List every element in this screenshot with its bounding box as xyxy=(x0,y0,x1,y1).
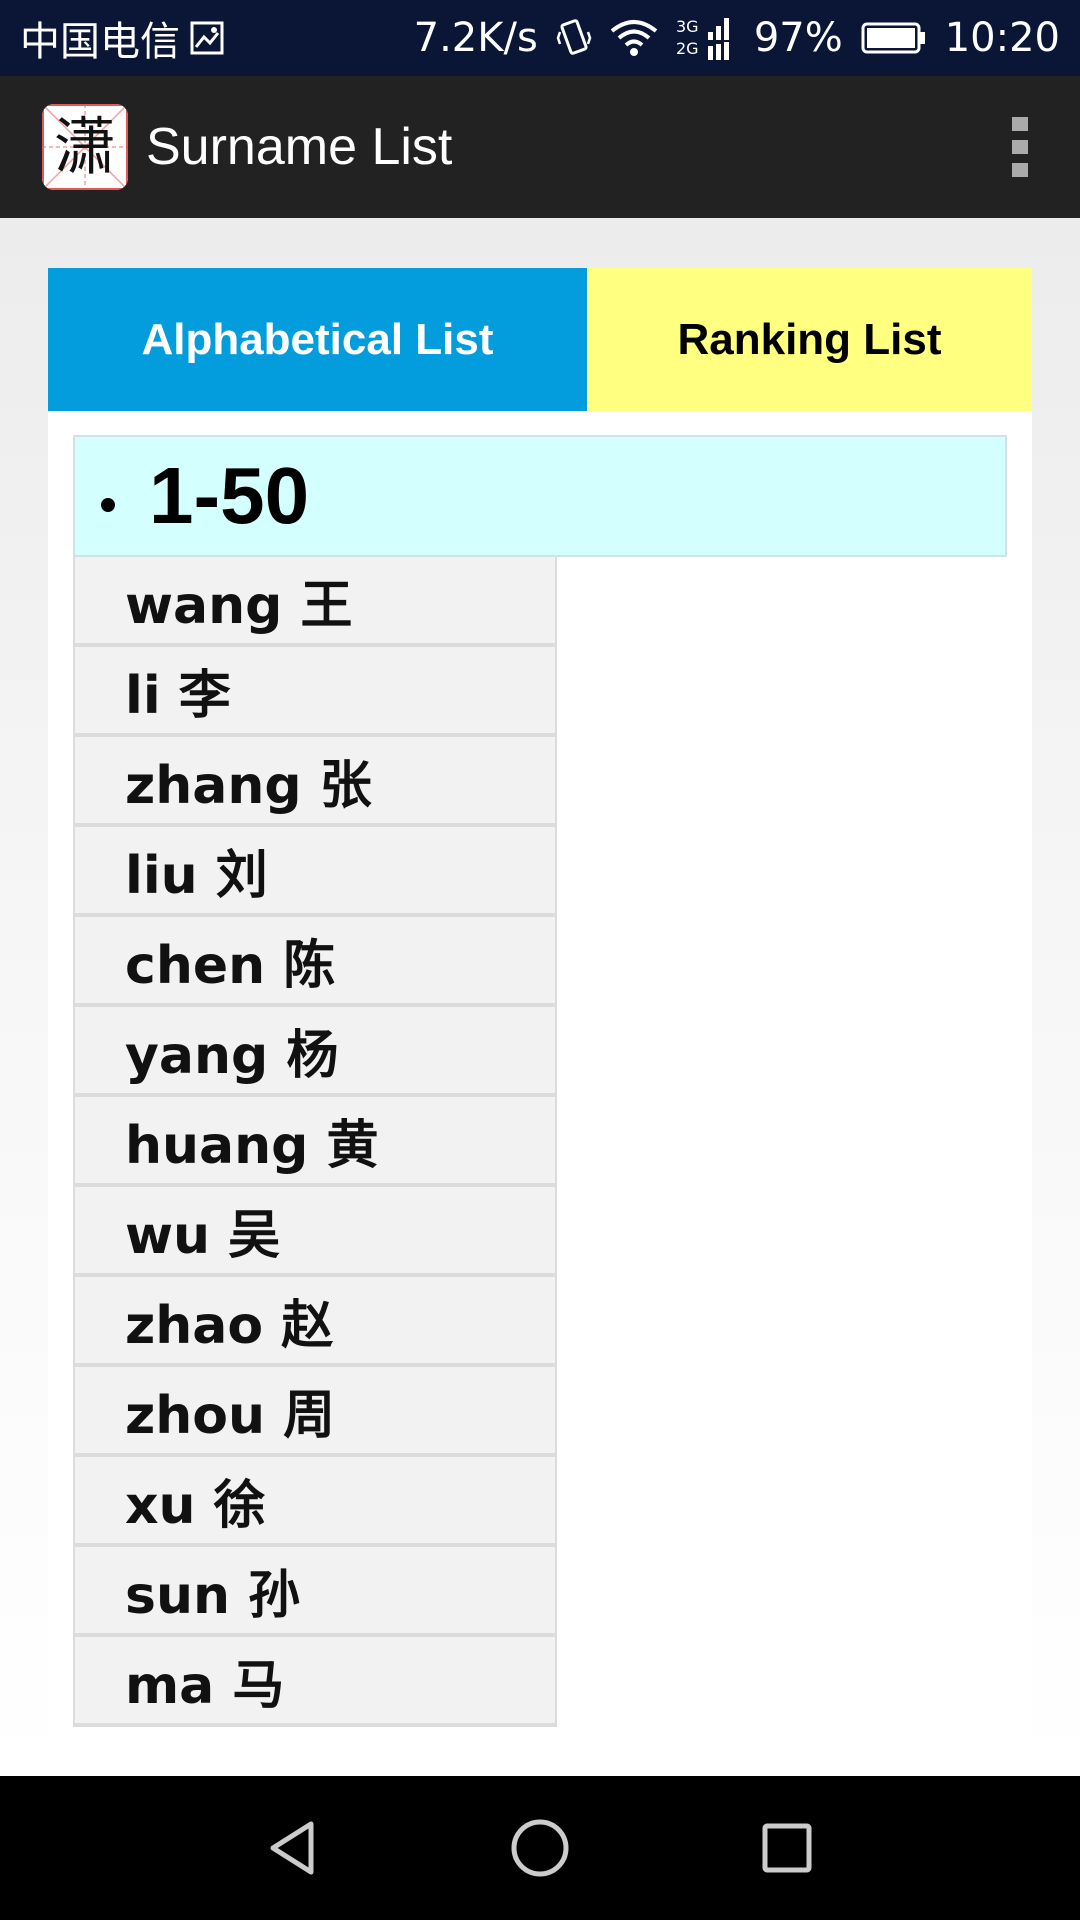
network-type-2g: 2G xyxy=(676,39,699,58)
list-item[interactable]: li 李 xyxy=(73,647,557,737)
app-logo: 潇 xyxy=(42,104,128,190)
network-type-3g: 3G xyxy=(676,17,699,36)
group-title: 1-50 xyxy=(149,451,310,540)
more-vertical-icon xyxy=(1012,117,1028,177)
battery-icon xyxy=(861,21,927,55)
content-area: Alphabetical List Ranking List 1-50 wang… xyxy=(0,218,1080,1776)
recents-button[interactable] xyxy=(737,1798,837,1898)
surname-list: wang 王 li 李 zhang 张 liu 刘 chen 陈 yang 杨 … xyxy=(73,557,557,1727)
list-item[interactable]: yang 杨 xyxy=(73,1007,557,1097)
list-item[interactable]: zhao 赵 xyxy=(73,1277,557,1367)
wifi-icon xyxy=(610,19,658,57)
list-item[interactable]: zhou 周 xyxy=(73,1367,557,1457)
navigation-bar xyxy=(0,1776,1080,1920)
app-bar: 潇 Surname List xyxy=(0,76,1080,218)
vibrate-icon xyxy=(556,18,592,58)
network-speed: 7.2K/s xyxy=(413,15,538,61)
overflow-menu-button[interactable] xyxy=(960,76,1080,218)
list-item[interactable]: chen 陈 xyxy=(73,917,557,1007)
bullet-icon xyxy=(101,498,115,512)
status-left: 中国电信 xyxy=(20,9,224,67)
group-header[interactable]: 1-50 xyxy=(73,435,1007,557)
list-tabs: Alphabetical List Ranking List xyxy=(48,268,1032,411)
list-item[interactable]: zhang 张 xyxy=(73,737,557,827)
image-notification-icon xyxy=(190,21,224,55)
list-item[interactable]: huang 黄 xyxy=(73,1097,557,1187)
list-item[interactable]: xu 徐 xyxy=(73,1457,557,1547)
list-item[interactable]: sun 孙 xyxy=(73,1547,557,1637)
tab-ranking-list[interactable]: Ranking List xyxy=(587,268,1032,411)
status-bar: 中国电信 7.2K/s 3G 2G 97% 10:20 xyxy=(0,0,1080,76)
clock-time: 10:20 xyxy=(944,15,1060,61)
list-item[interactable]: liu 刘 xyxy=(73,827,557,917)
logo-character: 潇 xyxy=(53,110,116,183)
list-item[interactable]: wu 吴 xyxy=(73,1187,557,1277)
list-item[interactable]: wang 王 xyxy=(73,557,557,647)
recents-square-icon xyxy=(762,1823,812,1873)
back-triangle-icon xyxy=(270,1821,314,1875)
list-panel: 1-50 wang 王 li 李 zhang 张 liu 刘 chen 陈 ya… xyxy=(48,411,1032,1776)
status-right: 7.2K/s 3G 2G 97% 10:20 xyxy=(414,14,1060,62)
home-circle-icon xyxy=(511,1819,569,1877)
back-button[interactable] xyxy=(243,1798,343,1898)
battery-percent: 97% xyxy=(753,15,843,61)
tab-alphabetical-list[interactable]: Alphabetical List xyxy=(48,268,587,411)
app-title: Surname List xyxy=(146,118,453,176)
signal-icon: 3G 2G xyxy=(676,14,736,62)
home-button[interactable] xyxy=(490,1798,590,1898)
carrier-name: 中国电信 xyxy=(20,19,180,65)
list-item[interactable]: ma 马 xyxy=(73,1637,557,1727)
